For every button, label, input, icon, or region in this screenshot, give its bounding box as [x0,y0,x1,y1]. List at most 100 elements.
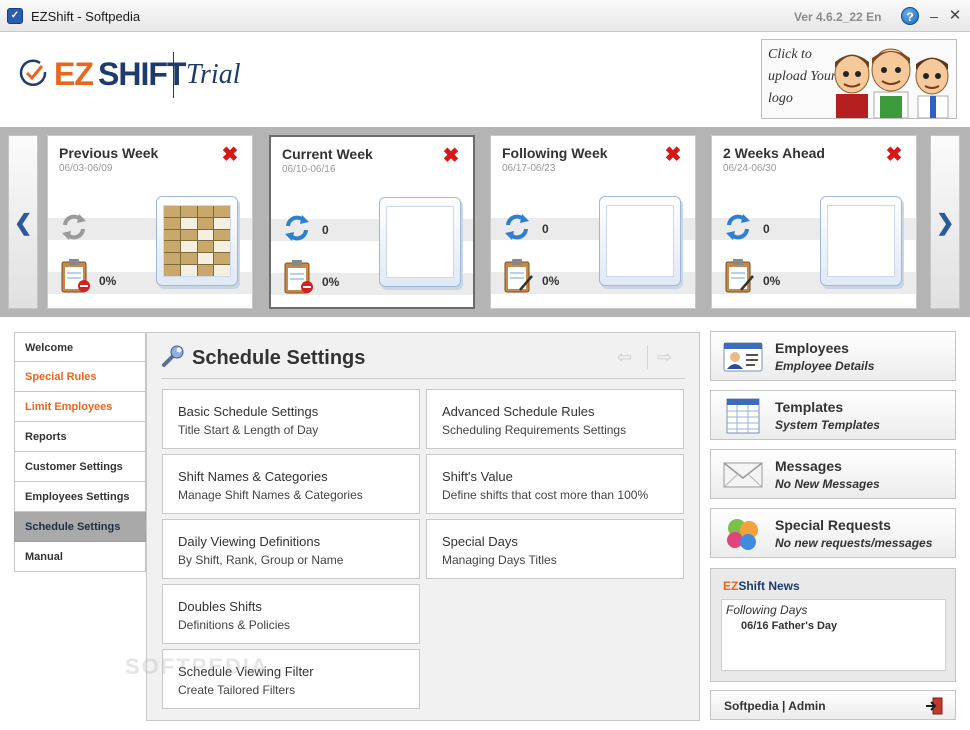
messages-button[interactable]: Messages No New Messages [710,449,956,499]
delete-icon[interactable]: ✖ [441,146,461,166]
button-subtitle: No new requests/messages [775,536,933,550]
sidebar-item-limit-employees[interactable]: Limit Employees [14,392,146,422]
next-weeks-button[interactable]: ❯ [930,135,960,309]
news-panel: EZShift News Following Days 06/16 Father… [710,568,956,682]
tile-subtitle: Definitions & Policies [178,618,291,632]
button-title: Special Requests [775,517,891,533]
upload-logo-button[interactable]: Click to upload Your logo [761,39,957,119]
shift-names-categories-tile[interactable]: Shift Names & Categories Manage Shift Na… [162,454,420,514]
news-title: EZShift News [723,579,800,593]
news-box: Following Days 06/16 Father's Day [721,599,946,671]
close-button[interactable]: ✕ [946,6,964,26]
tile-subtitle: Scheduling Requirements Settings [442,423,627,437]
tile-subtitle: By Shift, Rank, Group or Name [178,553,344,567]
week-card-following[interactable]: Following Week 06/17-06/23 ✖ 0 0% [490,135,696,309]
week-dates: 06/17-06/23 [502,163,556,174]
completion-percent: 0% [763,274,781,288]
week-title: 2 Weeks Ahead [723,145,825,161]
week-title: Previous Week [59,145,159,161]
delete-icon[interactable]: ✖ [220,145,240,165]
clipboard-edit-icon[interactable] [502,258,534,294]
week-card-previous[interactable]: Previous Week 06/03-06/09 ✖ 0% [47,135,253,309]
schedule-thumbnail[interactable] [820,196,902,286]
sidebar-item-special-rules[interactable]: Special Rules [14,362,146,392]
envelope-icon [723,462,763,488]
week-dates: 06/10-06/16 [282,164,336,175]
week-dates: 06/24-06/30 [723,163,777,174]
sidebar-item-reports[interactable]: Reports [14,422,146,452]
sidebar-item-welcome[interactable]: Welcome [14,332,146,362]
wrench-icon [162,345,184,367]
delete-icon[interactable]: ✖ [884,145,904,165]
header-divider [647,345,648,369]
news-title-rest: Shift News [738,579,800,593]
week-card-current[interactable]: Current Week 06/10-06/16 ✖ 0 0% [269,135,475,309]
button-title: Templates [775,399,844,415]
clipboard-remove-icon[interactable] [282,259,314,295]
balloons-icon [727,519,758,550]
tile-title: Shift's Value [442,469,513,484]
empty-schedule [386,206,454,278]
news-heading: Following Days [726,603,808,617]
shift-count: 0 [322,223,329,237]
sidebar: Welcome Special Rules Limit Employees Re… [14,332,153,572]
button-title: Messages [775,458,842,474]
page-title: Schedule Settings [192,347,366,369]
tile-subtitle: Create Tailored Filters [178,683,296,697]
logo-trial-text: Trial [186,59,241,90]
week-card-two-weeks-ahead[interactable]: 2 Weeks Ahead 06/24-06/30 ✖ 0 0% [711,135,917,309]
tile-subtitle: Define shifts that cost more than 100% [442,488,649,502]
advanced-schedule-rules-tile[interactable]: Advanced Schedule Rules Scheduling Requi… [426,389,684,449]
empty-schedule [606,205,674,277]
clipboard-remove-icon[interactable] [59,258,91,294]
employees-button[interactable]: Employees Employee Details [710,331,956,381]
completion-percent: 0% [99,274,117,288]
special-requests-button[interactable]: Special Requests No new requests/message… [710,508,956,558]
previous-weeks-button[interactable]: ❮ [8,135,38,309]
tile-title: Daily Viewing Definitions [178,534,321,549]
refresh-icon[interactable] [502,212,532,242]
daily-viewing-definitions-tile[interactable]: Daily Viewing Definitions By Shift, Rank… [162,519,420,579]
staff-illustration-icon [834,48,949,118]
header-rule [161,378,685,379]
clipboard-edit-icon[interactable] [723,258,755,294]
delete-icon[interactable]: ✖ [663,145,683,165]
doubles-shifts-tile[interactable]: Doubles Shifts Definitions & Policies [162,584,420,644]
sidebar-item-customer-settings[interactable]: Customer Settings [14,452,146,482]
logo-ez-text: EZ [54,56,94,92]
shift-count: 0 [763,222,770,236]
sidebar-item-employees-settings[interactable]: Employees Settings [14,482,146,512]
templates-button[interactable]: Templates System Templates [710,390,956,440]
watermark: SOFTPEDIA [125,654,269,679]
news-item: 06/16 Father's Day [741,620,838,632]
logo-divider [173,52,174,98]
refresh-icon[interactable] [59,212,89,242]
schedule-thumbnail[interactable] [379,197,461,287]
refresh-icon[interactable] [723,212,753,242]
tile-title: Special Days [442,534,518,549]
special-days-tile[interactable]: Special Days Managing Days Titles [426,519,684,579]
completion-percent: 0% [322,275,340,289]
tile-title: Basic Schedule Settings [178,404,319,419]
shifts-value-tile[interactable]: Shift's Value Define shifts that cost mo… [426,454,684,514]
tile-subtitle: Managing Days Titles [442,553,557,567]
schedule-thumbnail[interactable] [599,196,681,286]
basic-schedule-settings-tile[interactable]: Basic Schedule Settings Title Start & Le… [162,389,420,449]
back-arrow-icon[interactable]: ⇦ [617,347,632,368]
app-icon: ✓ [7,8,23,24]
employee-card-icon [723,342,763,372]
logout-icon[interactable] [925,697,943,715]
chevron-right-icon: ❯ [936,210,955,235]
button-subtitle: Employee Details [775,359,875,373]
tile-title: Shift Names & Categories [178,469,328,484]
clock-check-icon [19,59,47,87]
refresh-icon[interactable] [282,213,312,243]
sidebar-item-schedule-settings[interactable]: Schedule Settings [14,512,153,542]
button-subtitle: System Templates [775,418,880,432]
completion-percent: 0% [542,274,560,288]
schedule-thumbnail[interactable] [156,196,238,286]
sidebar-item-manual[interactable]: Manual [14,542,146,572]
help-button[interactable]: ? [901,7,919,25]
minimize-button[interactable]: – [925,6,943,26]
forward-arrow-icon[interactable]: ⇨ [657,347,672,368]
